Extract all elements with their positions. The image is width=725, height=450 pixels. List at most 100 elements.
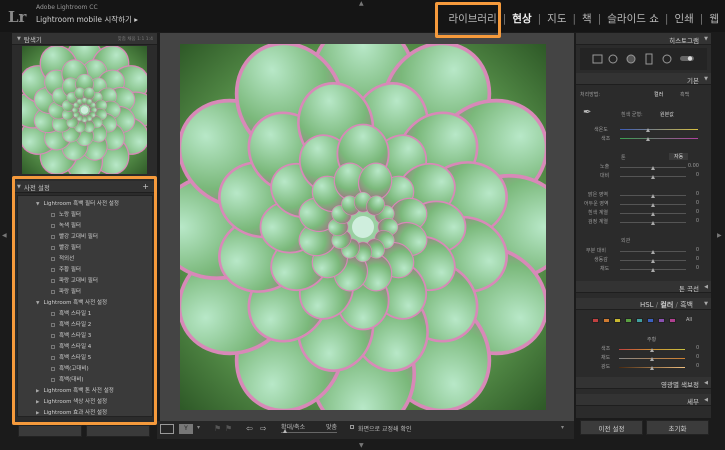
tint-slider-thumb[interactable] [646,137,650,141]
previous-settings-button[interactable]: 이전 설정 [580,420,643,435]
hsl-saturation-slider-thumb[interactable] [650,357,654,361]
shadows-label: 어두운 영역 [584,201,609,207]
blacks-value[interactable]: 0 [696,218,699,224]
tone-curve-header[interactable]: 톤 곡선 ◀ [576,281,711,293]
hsl-header[interactable]: HSL / 컬러 / 흑백 ▼ [576,298,711,310]
left-panel-toggle-icon[interactable]: ◀ [2,232,7,239]
clarity-slider-thumb[interactable] [651,250,655,254]
temp-slider[interactable] [620,129,698,130]
hsl-swatch[interactable] [647,318,654,323]
module-separator: | [502,12,507,25]
navigator-header[interactable]: ▼ 탐색기 맞춤 채움 1:1 1:4 [12,33,157,45]
lightroom-mobile-link[interactable]: Lightroom mobile 시작하기 ▸ [36,14,138,25]
main-photo[interactable] [180,44,546,410]
detail-header[interactable]: 세부 ◀ [576,394,711,406]
hsl-luminance-value[interactable]: 0 [696,363,699,369]
hsl-bw-tab[interactable]: 흑백 [680,301,693,309]
reset-button[interactable]: 초기화 [646,420,709,435]
vibrance-value[interactable]: 0 [696,256,699,262]
treatment-bw-option[interactable]: 흑백 [680,91,689,98]
tint-slider[interactable] [620,138,698,139]
navigator-preview[interactable] [22,46,147,174]
crop-icon [592,54,603,64]
flag-icon[interactable]: ⚑ [214,424,221,433]
contrast-slider-thumb[interactable] [651,175,655,179]
hsl-swatch[interactable] [625,318,632,323]
hsl-swatch[interactable] [658,318,665,323]
shadows-slider-thumb[interactable] [651,203,655,207]
copy-button[interactable] [18,425,82,437]
soft-proof-label: 화면으로 교정쇄 확인 [358,426,412,433]
saturation-slider-thumb[interactable] [651,268,655,272]
hsl-saturation-value[interactable]: 0 [696,354,699,360]
zoom-slider[interactable] [281,432,337,433]
module-separator: | [537,12,542,25]
highlights-value[interactable]: 0 [696,191,699,197]
hsl-tab[interactable]: HSL [640,301,654,309]
module-book[interactable]: 책 [582,11,592,26]
loupe-view-icon[interactable] [160,424,174,434]
module-web[interactable]: 웹 [709,11,719,26]
module-separator: | [597,12,602,25]
clarity-value[interactable]: 0 [696,247,699,253]
zoom-slider-thumb[interactable] [283,429,287,433]
exposure-value[interactable]: 0.00 [688,163,699,169]
right-panel: 히스토그램 ▼ 기본 ▼ 처리방법: 컬러 흑백 ✒ 흰색 균형: 원본값 색온도 … [576,33,711,418]
dropdown-icon[interactable]: ▾ [197,424,200,431]
next-arrow-icon[interactable]: ⇨ [260,424,267,433]
hsl-swatch[interactable] [614,318,621,323]
previous-arrow-icon[interactable]: ⇦ [246,424,253,433]
auto-tone-button[interactable]: 자동 [669,153,689,160]
highlight-develop-module [435,2,501,38]
collapse-triangle-icon: ▼ [17,35,21,42]
hsl-swatch[interactable] [669,318,676,323]
vibrance-label: 생동감 [594,257,608,263]
exposure-label: 노출 [600,164,610,170]
contrast-value[interactable]: 0 [696,172,699,178]
module-print[interactable]: 인쇄 [674,11,693,26]
top-panel-arrow-icon[interactable]: ▲ [359,0,364,7]
whites-slider-thumb[interactable] [651,212,655,216]
blacks-slider-thumb[interactable] [651,221,655,225]
basic-title: 기본 [687,77,699,85]
saturation-value[interactable]: 0 [696,265,699,271]
module-develop[interactable]: 현상 [512,11,531,26]
split-toning-title: 영광별 색보정 [661,381,699,389]
module-map[interactable]: 지도 [547,11,566,26]
soft-proof-checkbox[interactable] [350,425,354,429]
hsl-all-option[interactable]: All [686,317,692,323]
hsl-swatch[interactable] [592,318,599,323]
navigator-succulent-image [22,46,147,174]
vibrance-slider-thumb[interactable] [651,259,655,263]
graduated-filter-icon [645,53,653,65]
toolbar-menu-icon[interactable]: ▾ [561,424,564,431]
split-toning-header[interactable]: 영광별 색보정 ◀ [576,377,711,389]
module-slideshow[interactable]: 슬라이드 쇼 [607,11,659,26]
wb-dropdown[interactable]: 원본값 [660,111,674,118]
paste-button[interactable] [86,425,150,437]
brand-label: Adobe Lightroom CC [36,4,98,11]
histogram-header[interactable]: 히스토그램 ▼ [576,33,711,45]
exposure-slider-thumb[interactable] [651,166,655,170]
whites-value[interactable]: 0 [696,209,699,215]
expand-triangle-icon: ◀ [704,284,708,290]
spot-removal-icon [608,54,618,64]
succulent-photo [180,44,546,410]
hsl-hue-slider-thumb[interactable] [650,348,654,352]
right-panel-toggle-icon[interactable]: ▶ [717,232,722,239]
hsl-luminance-slider-thumb[interactable] [650,366,654,370]
hsl-hue-value[interactable]: 0 [696,345,699,351]
temp-slider-thumb[interactable] [646,128,650,132]
filmstrip-toggle-icon[interactable]: ▼ [359,442,364,449]
reject-flag-icon[interactable]: ⚑ [225,424,232,433]
before-after-icon[interactable]: Y [179,424,193,434]
navigator-zoom-options[interactable]: 맞춤 채움 1:1 1:4 [118,36,153,42]
shadows-value[interactable]: 0 [696,200,699,206]
hsl-color-tab[interactable]: 컬러 [660,301,673,309]
highlights-slider-thumb[interactable] [651,194,655,198]
eyedropper-icon[interactable]: ✒ [583,107,591,118]
hsl-swatch[interactable] [636,318,643,323]
hsl-swatch[interactable] [603,318,610,323]
treatment-color-option[interactable]: 컬러 [654,91,663,98]
basic-header[interactable]: 기본 ▼ [576,73,711,85]
